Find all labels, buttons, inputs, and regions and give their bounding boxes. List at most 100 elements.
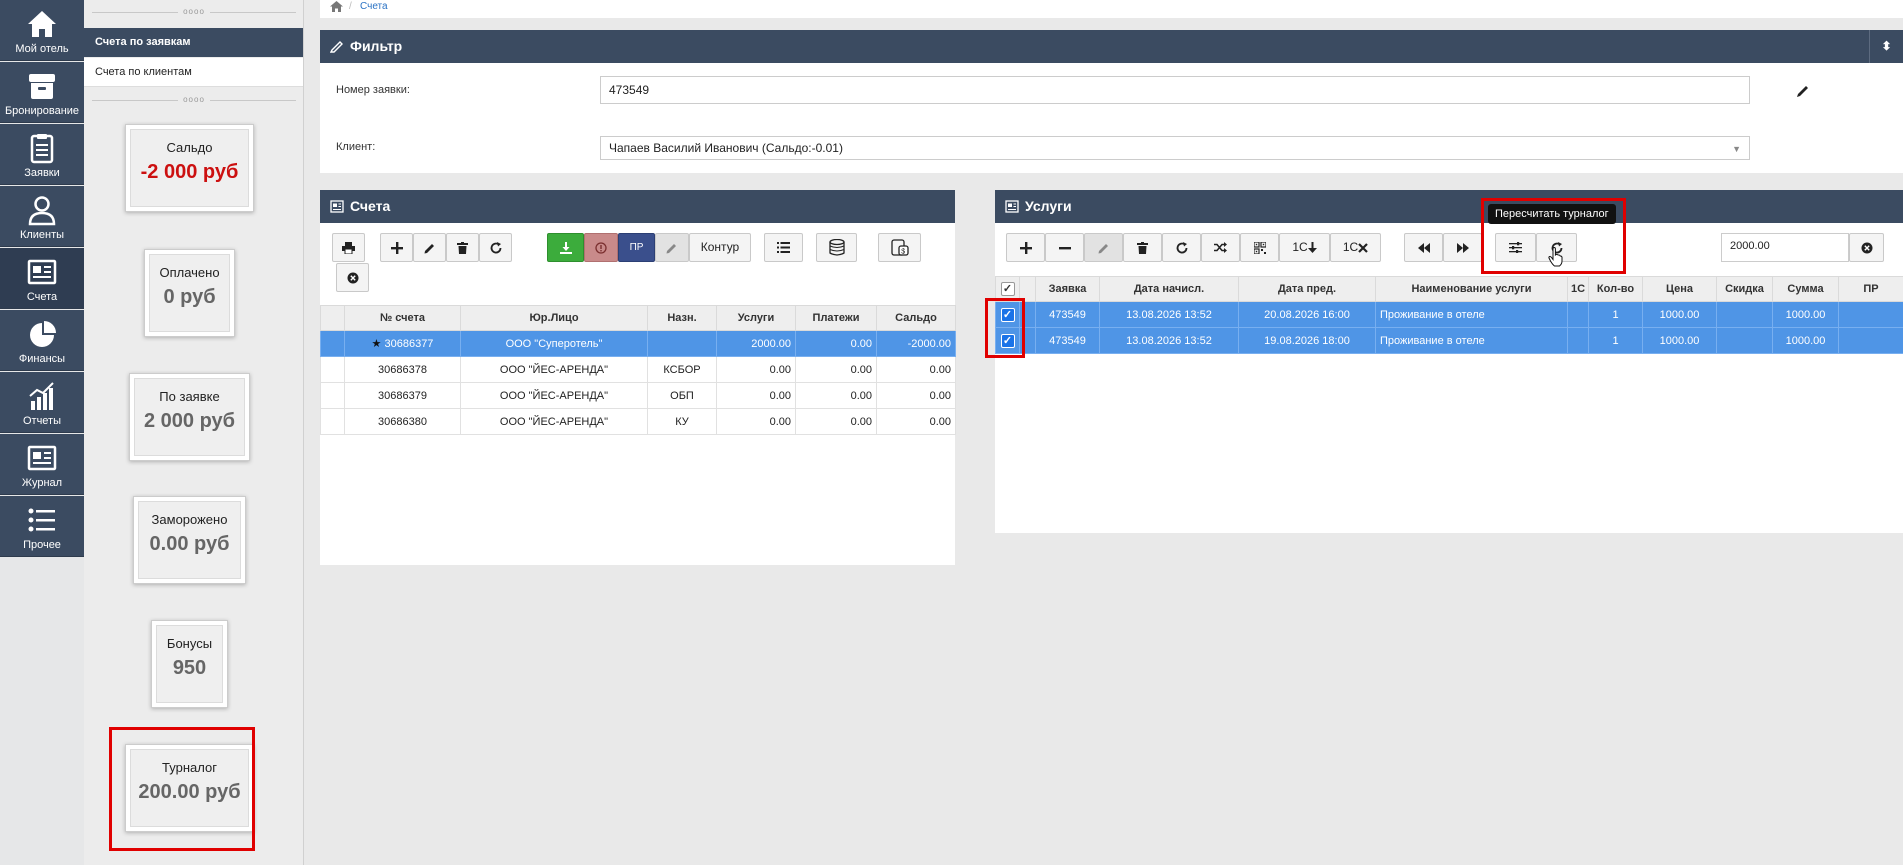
fast-backward-icon (1417, 242, 1430, 253)
trash-icon (457, 241, 468, 254)
amount-input[interactable]: 2000.00 (1721, 233, 1849, 262)
onec-cancel-button[interactable]: 1C (1330, 233, 1381, 262)
clear-amount-button[interactable] (1849, 233, 1884, 262)
alert-circle-icon (595, 242, 607, 254)
nav-item-reports[interactable]: Отчеты (0, 372, 84, 433)
close-filter-button[interactable] (336, 263, 369, 292)
nav-item-invoices[interactable]: Счета (0, 248, 84, 309)
column-header[interactable]: Наименование услуги (1375, 276, 1568, 302)
column-header[interactable]: Дата пред. (1238, 276, 1376, 302)
nav-item-clients[interactable]: Клиенты (0, 186, 84, 247)
close-circle-icon (1861, 242, 1872, 254)
nav-item-booking[interactable]: Бронирование (0, 62, 84, 123)
pie-chart-icon (30, 321, 56, 347)
refresh-invoices-button[interactable] (479, 233, 512, 262)
nav-label: Финансы (18, 353, 66, 365)
first-page-button[interactable] (1404, 233, 1443, 262)
download-button[interactable] (547, 233, 584, 262)
table-row[interactable]: ✓ 473549 13.08.2026 13:52 20.08.2026 16:… (995, 301, 1903, 328)
order-number-label: Номер заявки: (336, 84, 410, 96)
subnav-item-invoices-by-clients[interactable]: Счета по клиентам (84, 58, 303, 87)
nav-item-other[interactable]: Прочее (0, 496, 84, 557)
fast-forward-icon (1456, 242, 1469, 253)
client-select[interactable]: Чапаев Василий Иванович (Сальдо:-0.01) ▼ (600, 136, 1750, 160)
breadcrumb-invoices[interactable]: Счета (360, 1, 388, 12)
refresh-icon (1176, 241, 1187, 254)
user-icon (28, 196, 56, 226)
nav-item-orders[interactable]: Заявки (0, 124, 84, 185)
table-row[interactable]: ★ 30686377 ООО "Суперотель" 2000.00 0.00… (320, 330, 956, 357)
table-row[interactable]: 30686379 ООО "ЙЕС-АРЕНДА" ОБП 0.00 0.00 … (320, 382, 956, 409)
column-header[interactable]: Заявка (1035, 276, 1100, 302)
print-button[interactable] (332, 233, 365, 262)
nav-label: Прочее (23, 539, 61, 551)
remove-service-button[interactable] (1045, 233, 1084, 262)
onec-export-button[interactable]: 1C (1279, 233, 1330, 262)
column-header[interactable]: Кол-во (1588, 276, 1643, 302)
edit-invoice-button[interactable] (413, 233, 446, 262)
services-panel-body: 1C 1C 2000.00 ✓ Заявка Дата начисл. Дата… (995, 223, 1903, 533)
column-header[interactable]: ПР (1838, 276, 1903, 302)
list-button[interactable] (764, 233, 803, 262)
filter-panel-header: Фильтр ⬍ (320, 30, 1903, 63)
qr-code-button[interactable] (1240, 233, 1279, 262)
column-header[interactable]: 1С (1567, 276, 1589, 302)
nav-label: Мой отель (15, 43, 69, 55)
stat-frozen: Заморожено 0.00 руб (133, 496, 246, 584)
table-row[interactable]: ✓ 473549 13.08.2026 13:52 19.08.2026 18:… (995, 327, 1903, 354)
invoices-panel-body: ПР Контур $ № счета Юр.Лицо Назн. Услуги… (320, 223, 956, 565)
clipboard-icon (30, 134, 54, 164)
column-header[interactable] (320, 305, 345, 331)
last-page-button[interactable] (1443, 233, 1482, 262)
column-header[interactable]: Цена (1642, 276, 1717, 302)
nav-item-journal[interactable]: Журнал (0, 434, 84, 495)
collapse-toggle-icon[interactable]: ⬍ (1869, 30, 1903, 63)
alert-button[interactable] (584, 233, 618, 262)
invoice-icon (1005, 200, 1019, 213)
stat-paid: Оплачено 0 руб (144, 249, 235, 337)
add-service-button[interactable] (1006, 233, 1045, 262)
column-header[interactable]: Услуги (716, 305, 796, 331)
nav-item-finance[interactable]: Финансы (0, 310, 84, 371)
highlight-box (1481, 198, 1626, 274)
edit-pencil-icon[interactable] (1796, 83, 1811, 98)
invoice-icon (330, 200, 344, 213)
subnav-item-invoices-by-orders[interactable]: Счета по заявкам (84, 28, 303, 57)
table-row[interactable]: 30686378 ООО "ЙЕС-АРЕНДА" КСБОР 0.00 0.0… (320, 356, 956, 383)
highlight-box (985, 298, 1025, 358)
delete-service-button[interactable] (1123, 233, 1162, 262)
stat-value: 2 000 руб (143, 410, 236, 432)
pr-button[interactable]: ПР (618, 233, 655, 262)
column-header[interactable]: Сумма (1772, 276, 1839, 302)
journal-icon (27, 445, 57, 471)
kontur-button[interactable]: Контур (689, 233, 751, 262)
resize-handle[interactable]: oooo (84, 8, 304, 18)
coins-button[interactable] (816, 233, 857, 262)
nav-label: Бронирование (4, 105, 80, 117)
resize-handle[interactable]: oooo (84, 96, 304, 106)
column-header[interactable]: № счета (344, 305, 461, 331)
delete-invoice-button[interactable] (446, 233, 479, 262)
list-icon (777, 242, 790, 254)
invoice-money-button[interactable]: $ (878, 233, 921, 262)
breadcrumb: / Счета (320, 0, 1903, 18)
shuffle-button[interactable] (1201, 233, 1240, 262)
select-all-checkbox[interactable]: ✓ (1000, 282, 1015, 296)
edit-disabled-button[interactable] (655, 233, 689, 262)
stat-value: 0.00 руб (149, 533, 230, 555)
order-number-input[interactable]: 473549 (600, 76, 1750, 104)
column-header[interactable]: Назн. (647, 305, 717, 331)
column-header[interactable]: Юр.Лицо (460, 305, 648, 331)
stat-balance: Сальдо -2 000 руб (125, 124, 254, 212)
column-header[interactable]: Платежи (795, 305, 877, 331)
refresh-services-button[interactable] (1162, 233, 1201, 262)
nav-item-my-hotel[interactable]: Мой отель (0, 0, 84, 61)
add-invoice-button[interactable] (380, 233, 413, 262)
table-row[interactable]: 30686380 ООО "ЙЕС-АРЕНДА" КУ 0.00 0.00 0… (320, 408, 956, 435)
column-header[interactable]: Дата начисл. (1099, 276, 1239, 302)
nav-label: Счета (26, 291, 58, 303)
home-icon[interactable] (330, 1, 343, 12)
column-header[interactable]: Сальдо (876, 305, 956, 331)
edit-service-button[interactable] (1084, 233, 1123, 262)
column-header[interactable]: Скидка (1716, 276, 1773, 302)
